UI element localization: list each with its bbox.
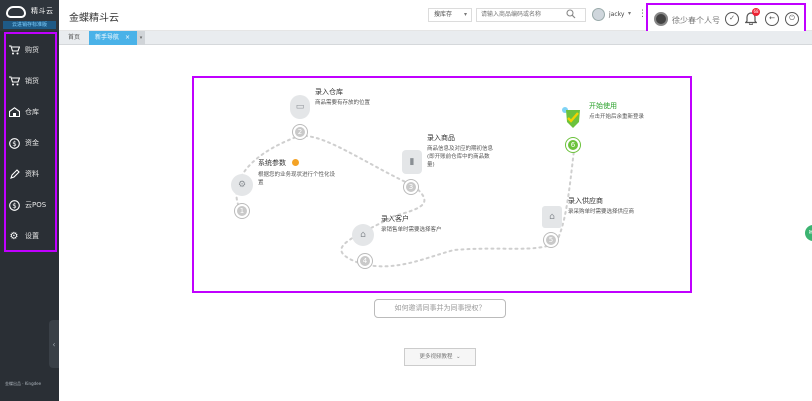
warehouse-icon (8, 106, 20, 118)
warehouse-icon: ▭ (290, 95, 310, 119)
chevron-left-icon: ‹ (52, 339, 56, 349)
shield-check-icon[interactable] (560, 105, 586, 131)
sidebar-item-settings[interactable]: ⚙ 设置 (8, 221, 57, 251)
topbar: 金蝶精斗云 搜库存 ▾ jacky ▾ ⋮ 徐少春个人号 ✓ 68 ← ⏻ (59, 0, 812, 37)
avatar[interactable] (592, 8, 605, 21)
side-help-tab[interactable]: ✉ (805, 225, 812, 241)
sidebar-item-pos[interactable]: $ 云POS (8, 190, 57, 220)
sidebar-item-warehouse[interactable]: 仓库 (8, 97, 57, 127)
tab-bar: 首页 新手导航 × ▾ (59, 31, 812, 45)
step-desc: 录采购单时需要选择供应商 (568, 209, 635, 215)
step-number: 2 (293, 125, 307, 139)
supplier-icon: ⌂ (542, 206, 562, 228)
main-content: ⚙ 1 系统参数 根据您的业务现状进行个性化设置 ▭ 2 录入仓库 商品需要有存… (59, 45, 812, 401)
search-type-select[interactable]: 搜库存 ▾ (428, 8, 472, 22)
power-icon[interactable]: ⏻ (785, 12, 799, 26)
tab-menu-caret[interactable]: ▾ (137, 31, 145, 45)
sidebar-item-label: 购货 (25, 46, 39, 54)
step-title-supplier[interactable]: 录入供应商 (568, 196, 603, 206)
app-title: 金蝶精斗云 (69, 13, 119, 24)
step-title-warehouse[interactable]: 录入仓库 (315, 87, 343, 97)
svg-text:$: $ (12, 202, 16, 210)
back-arrow-icon[interactable]: ← (765, 12, 779, 26)
info-dot-icon[interactable] (292, 159, 299, 166)
profile-avatar[interactable] (654, 12, 668, 26)
sidebar-item-funds[interactable]: $ 资金 (8, 128, 57, 158)
step-title-customer[interactable]: 录入客户 (381, 214, 409, 224)
step-desc: 录销售单时需要选择客户 (381, 227, 442, 233)
sidebar-item-label: 销货 (25, 77, 39, 85)
sales-cart-icon (8, 75, 20, 87)
caret-down-icon[interactable]: ▾ (628, 10, 631, 17)
svg-text:$: $ (12, 140, 16, 148)
logo-subtitle: 云进销存标准版 (3, 21, 56, 29)
tab-guide-label: 新手导航 (95, 34, 120, 41)
customer-icon: ⌂ (352, 224, 374, 246)
step-title-product[interactable]: 录入商品 (427, 133, 455, 143)
logo-text: 精斗云 (31, 7, 54, 15)
step-desc: 商品需要有存放的位置 (315, 100, 371, 106)
cart-icon (8, 44, 20, 56)
sidebar-item-sales[interactable]: 销货 (8, 66, 57, 96)
footer-brand: 金蝶出品 · Kingdee (5, 381, 42, 386)
pen-icon (8, 168, 20, 180)
clock-check-icon[interactable]: ✓ (725, 12, 739, 26)
money-icon: $ (8, 137, 20, 149)
step-title-system[interactable]: 系统参数 (258, 158, 286, 168)
step-desc: 根据您的业务现状进行个性化设置 (258, 172, 336, 186)
pos-icon: $ (8, 199, 20, 211)
gear-icon: ⚙ (9, 230, 19, 242)
step-title-start[interactable]: 开始使用 (589, 101, 617, 111)
notification-badge: 68 (752, 8, 760, 16)
search-type-label: 搜库存 (434, 11, 453, 18)
more-videos-label: 更多视频教程 (419, 354, 453, 360)
more-videos-button[interactable]: 更多视频教程 ⌄ (404, 348, 476, 366)
profile-name[interactable]: 徐少春个人号 (672, 15, 720, 26)
sidebar: 精斗云 云进销存标准版 购货 销货 仓库 $ 资金 资料 $ 云POS ⚙ 设置… (0, 0, 59, 401)
sidebar-item-purchase[interactable]: 购货 (8, 35, 57, 65)
step-number: 6 (566, 138, 580, 152)
invite-colleagues-button[interactable]: 如何邀请同事并为同事授权？ (374, 299, 506, 318)
logo[interactable]: 精斗云 云进销存标准版 (0, 0, 59, 31)
sidebar-item-label: 资金 (25, 139, 39, 147)
gear-icon: ⚙ (231, 174, 253, 196)
tab-home[interactable]: 首页 (62, 31, 86, 45)
close-icon[interactable]: × (125, 34, 130, 41)
step-desc: 点击开始后余重新登录 (589, 114, 645, 120)
double-chevron-down-icon: ⌄ (454, 354, 461, 360)
sidebar-collapse-handle[interactable]: ‹ (49, 320, 59, 368)
tab-guide[interactable]: 新手导航 × (89, 31, 137, 45)
username[interactable]: jacky (609, 11, 624, 18)
step-number: 5 (544, 233, 558, 247)
caret-down-icon: ▾ (463, 11, 467, 18)
sidebar-item-label: 仓库 (25, 108, 39, 116)
sidebar-nav: 购货 销货 仓库 $ 资金 资料 $ 云POS ⚙ 设置 (4, 32, 57, 252)
sidebar-item-label: 资料 (25, 170, 39, 178)
onboarding-guide: ⚙ 1 系统参数 根据您的业务现状进行个性化设置 ▭ 2 录入仓库 商品需要有存… (192, 76, 692, 293)
step-number: 3 (404, 180, 418, 194)
step-number: 4 (358, 254, 372, 268)
sidebar-item-label: 设置 (25, 232, 39, 240)
search-icon[interactable] (566, 9, 578, 21)
sidebar-item-data[interactable]: 资料 (8, 159, 57, 189)
product-icon: ▮ (402, 150, 422, 174)
cloud-logo-icon (6, 6, 26, 18)
step-desc: 商品信息及对应的期初信息(即开账前仓库中的商品数量) (427, 146, 494, 168)
chat-icon: ✉ (808, 229, 812, 236)
sidebar-item-label: 云POS (25, 201, 47, 209)
step-number: 1 (235, 204, 249, 218)
